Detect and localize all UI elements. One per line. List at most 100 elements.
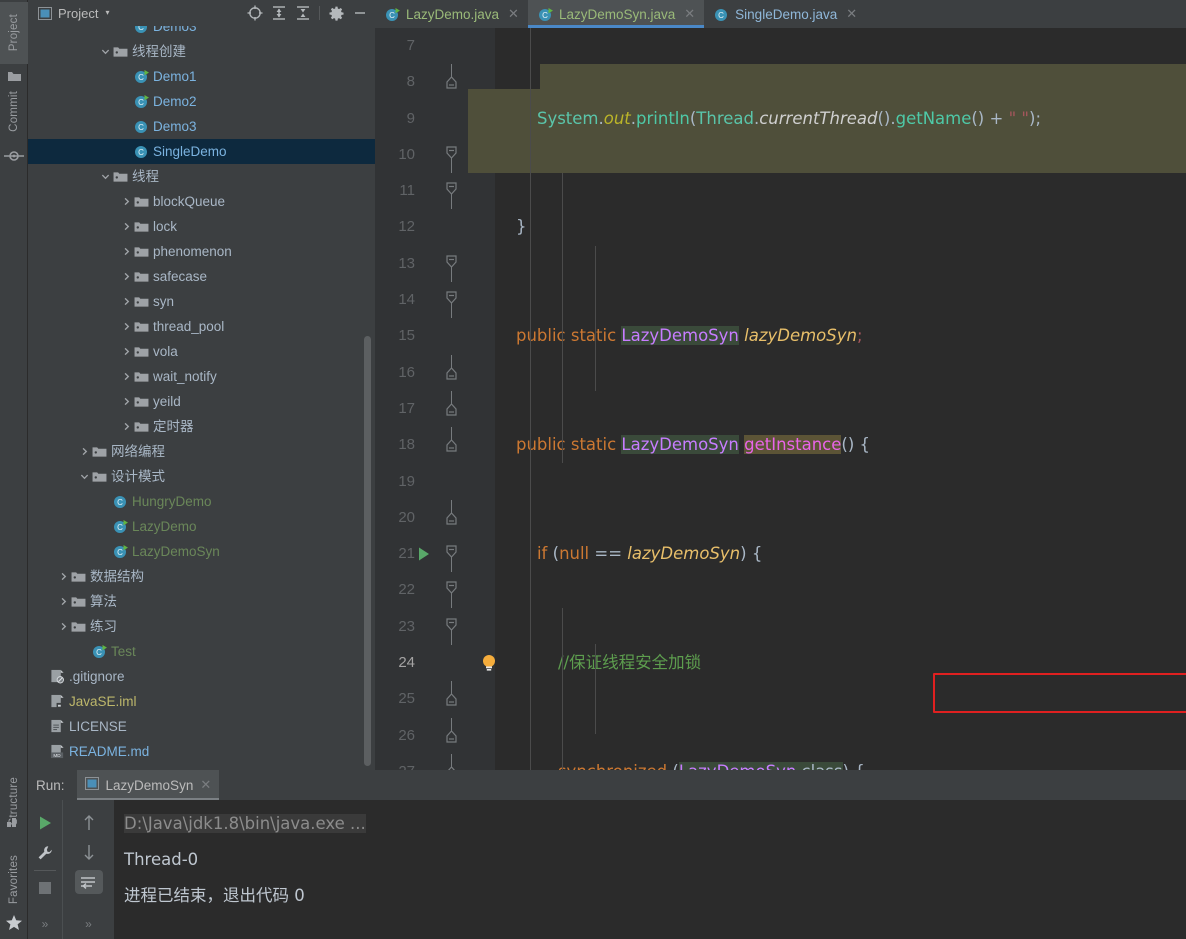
tree-item-[interactable]: 数据结构 — [28, 564, 375, 589]
commit-icon[interactable] — [0, 146, 28, 166]
soft-wrap-icon[interactable] — [74, 870, 103, 894]
fold-end-icon[interactable] — [445, 717, 467, 754]
fold-collapse-icon[interactable] — [445, 173, 467, 210]
favorites-star-icon[interactable] — [0, 912, 28, 932]
tree-item-[interactable]: 线程创建 — [28, 39, 375, 64]
chevron-right-icon[interactable] — [120, 214, 133, 239]
wrench-settings-icon[interactable] — [30, 838, 60, 868]
tree-item-demo3[interactable]: C Demo3 — [28, 114, 375, 139]
tree-item-safecase[interactable]: safecase — [28, 264, 375, 289]
tree-item-singledemo[interactable]: C SingleDemo — [28, 139, 375, 164]
fold-collapse-icon[interactable] — [445, 536, 467, 573]
java-class-icon: C — [133, 26, 150, 39]
run-button-icon[interactable] — [30, 808, 60, 838]
fold-end-icon[interactable] — [445, 427, 467, 463]
code-text[interactable]: System.out.println(Thread.currentThread(… — [495, 28, 1186, 770]
sidebar-tab-project[interactable]: Project — [0, 2, 28, 64]
fold-end-icon[interactable] — [445, 390, 467, 427]
project-tree-scroll[interactable]: C Demo3 线程创建 C Demo1 C Demo2 C Demo3 C SingleDemo 线… — [28, 26, 375, 770]
chevron-down-icon[interactable] — [99, 39, 112, 64]
sidebar-tab-favorites[interactable]: Favorites — [0, 848, 28, 912]
run-configuration-tab[interactable]: LazyDemoSyn ✕ — [76, 770, 220, 800]
tree-item-demo3[interactable]: C Demo3 — [28, 26, 375, 39]
tree-item-[interactable]: 线程 — [28, 164, 375, 189]
chevron-right-icon[interactable] — [120, 239, 133, 264]
arrow-up-icon[interactable] — [74, 808, 104, 837]
fold-end-icon[interactable] — [445, 753, 467, 770]
editor-tab-lazydemosyn-java[interactable]: C LazyDemoSyn.java ✕ — [527, 0, 705, 28]
chevron-right-icon[interactable] — [57, 589, 70, 614]
chevron-right-icon[interactable] — [120, 264, 133, 289]
fold-end-icon[interactable] — [445, 354, 467, 391]
tree-item-yeild[interactable]: yeild — [28, 389, 375, 414]
locate-icon[interactable] — [244, 2, 266, 24]
chevron-down-icon[interactable] — [78, 464, 91, 489]
tree-item-vola[interactable]: vola — [28, 339, 375, 364]
tree-item-test[interactable]: C Test — [28, 639, 375, 664]
expand-all-icon[interactable] — [268, 2, 290, 24]
tree-item-[interactable]: 定时器 — [28, 414, 375, 439]
chevron-right-icon[interactable] — [120, 314, 133, 339]
tree-item-readme-md[interactable]: MD README.md — [28, 739, 375, 764]
close-icon[interactable]: ✕ — [508, 6, 519, 22]
tree-item-syn[interactable]: syn — [28, 289, 375, 314]
expand-more-icon[interactable]: » — [30, 909, 60, 939]
tree-item-[interactable]: 网络编程 — [28, 439, 375, 464]
tree-item-lock[interactable]: lock — [28, 214, 375, 239]
chevron-right-icon[interactable] — [120, 339, 133, 364]
console-output[interactable]: D:\Java\jdk1.8\bin\java.exe ... Thread-0 进… — [114, 800, 1186, 939]
chevron-right-icon[interactable] — [57, 614, 70, 639]
tree-item-blockqueue[interactable]: blockQueue — [28, 189, 375, 214]
tree-item-gitignore[interactable]: .gitignore — [28, 664, 375, 689]
fold-collapse-icon[interactable] — [445, 609, 467, 645]
chevron-right-icon[interactable] — [120, 364, 133, 389]
collapse-all-icon[interactable] — [292, 2, 314, 24]
tree-item-[interactable]: 练习 — [28, 614, 375, 639]
chevron-right-icon[interactable] — [120, 389, 133, 414]
close-icon[interactable]: ✕ — [200, 777, 211, 793]
tree-item-lazydemosyn[interactable]: C LazyDemoSyn — [28, 539, 375, 564]
close-icon[interactable]: ✕ — [684, 6, 695, 22]
java-runnable-icon: C — [133, 64, 150, 89]
expand-more-icon[interactable]: » — [74, 910, 104, 939]
editor-tab-lazydemo-java[interactable]: C LazyDemo.java ✕ — [375, 0, 528, 28]
tree-item-demo1[interactable]: C Demo1 — [28, 64, 375, 89]
close-icon[interactable]: ✕ — [846, 6, 857, 22]
hide-minimize-icon[interactable] — [349, 2, 371, 24]
project-tree-scrollbar[interactable] — [364, 336, 371, 766]
tree-item-[interactable]: 算法 — [28, 589, 375, 614]
fold-end-icon[interactable] — [445, 64, 467, 100]
sidebar-tab-commit[interactable]: Commit — [0, 78, 28, 144]
structure-icon[interactable] — [0, 812, 28, 832]
tree-item-lazydemo[interactable]: C LazyDemo — [28, 514, 375, 539]
fold-collapse-icon[interactable] — [445, 282, 467, 319]
chevron-right-icon[interactable] — [78, 439, 91, 464]
tree-item-[interactable]: 设计模式 — [28, 464, 375, 489]
tree-item-demo2[interactable]: C Demo2 — [28, 89, 375, 114]
stop-button-icon[interactable] — [30, 873, 60, 903]
tree-item-javase-iml[interactable]: JavaSE.iml — [28, 689, 375, 714]
tree-item-wait-notify[interactable]: wait_notify — [28, 364, 375, 389]
editor-tab-singledemo-java[interactable]: C SingleDemo.java ✕ — [704, 0, 866, 28]
tree-item-thread-pool[interactable]: thread_pool — [28, 314, 375, 339]
chevron-down-icon[interactable] — [99, 164, 112, 189]
fold-collapse-icon[interactable] — [445, 137, 467, 173]
code-editor[interactable]: 789101112131415161718192021222324252627 … — [375, 28, 1186, 770]
chevron-right-icon[interactable] — [120, 289, 133, 314]
arrow-down-icon[interactable] — [74, 837, 104, 866]
fold-end-icon[interactable] — [445, 681, 467, 717]
run-panel-body: » » D:\Java\jdk1.8\bin\java.exe ... Threa… — [28, 800, 1186, 939]
settings-gear-icon[interactable] — [325, 2, 347, 24]
fold-end-icon[interactable] — [445, 499, 467, 536]
chevron-down-icon[interactable]: ▾ — [105, 9, 109, 17]
tree-item-phenomenon[interactable]: phenomenon — [28, 239, 375, 264]
fold-collapse-icon[interactable] — [445, 246, 467, 282]
chevron-right-icon[interactable] — [120, 414, 133, 439]
chevron-right-icon[interactable] — [57, 564, 70, 589]
run-gutter-icon[interactable] — [417, 546, 431, 562]
fold-collapse-icon[interactable] — [445, 572, 467, 609]
chevron-right-icon[interactable] — [120, 189, 133, 214]
tree-item-license[interactable]: LICENSE — [28, 714, 375, 739]
tree-item-hungrydemo[interactable]: C HungryDemo — [28, 489, 375, 514]
